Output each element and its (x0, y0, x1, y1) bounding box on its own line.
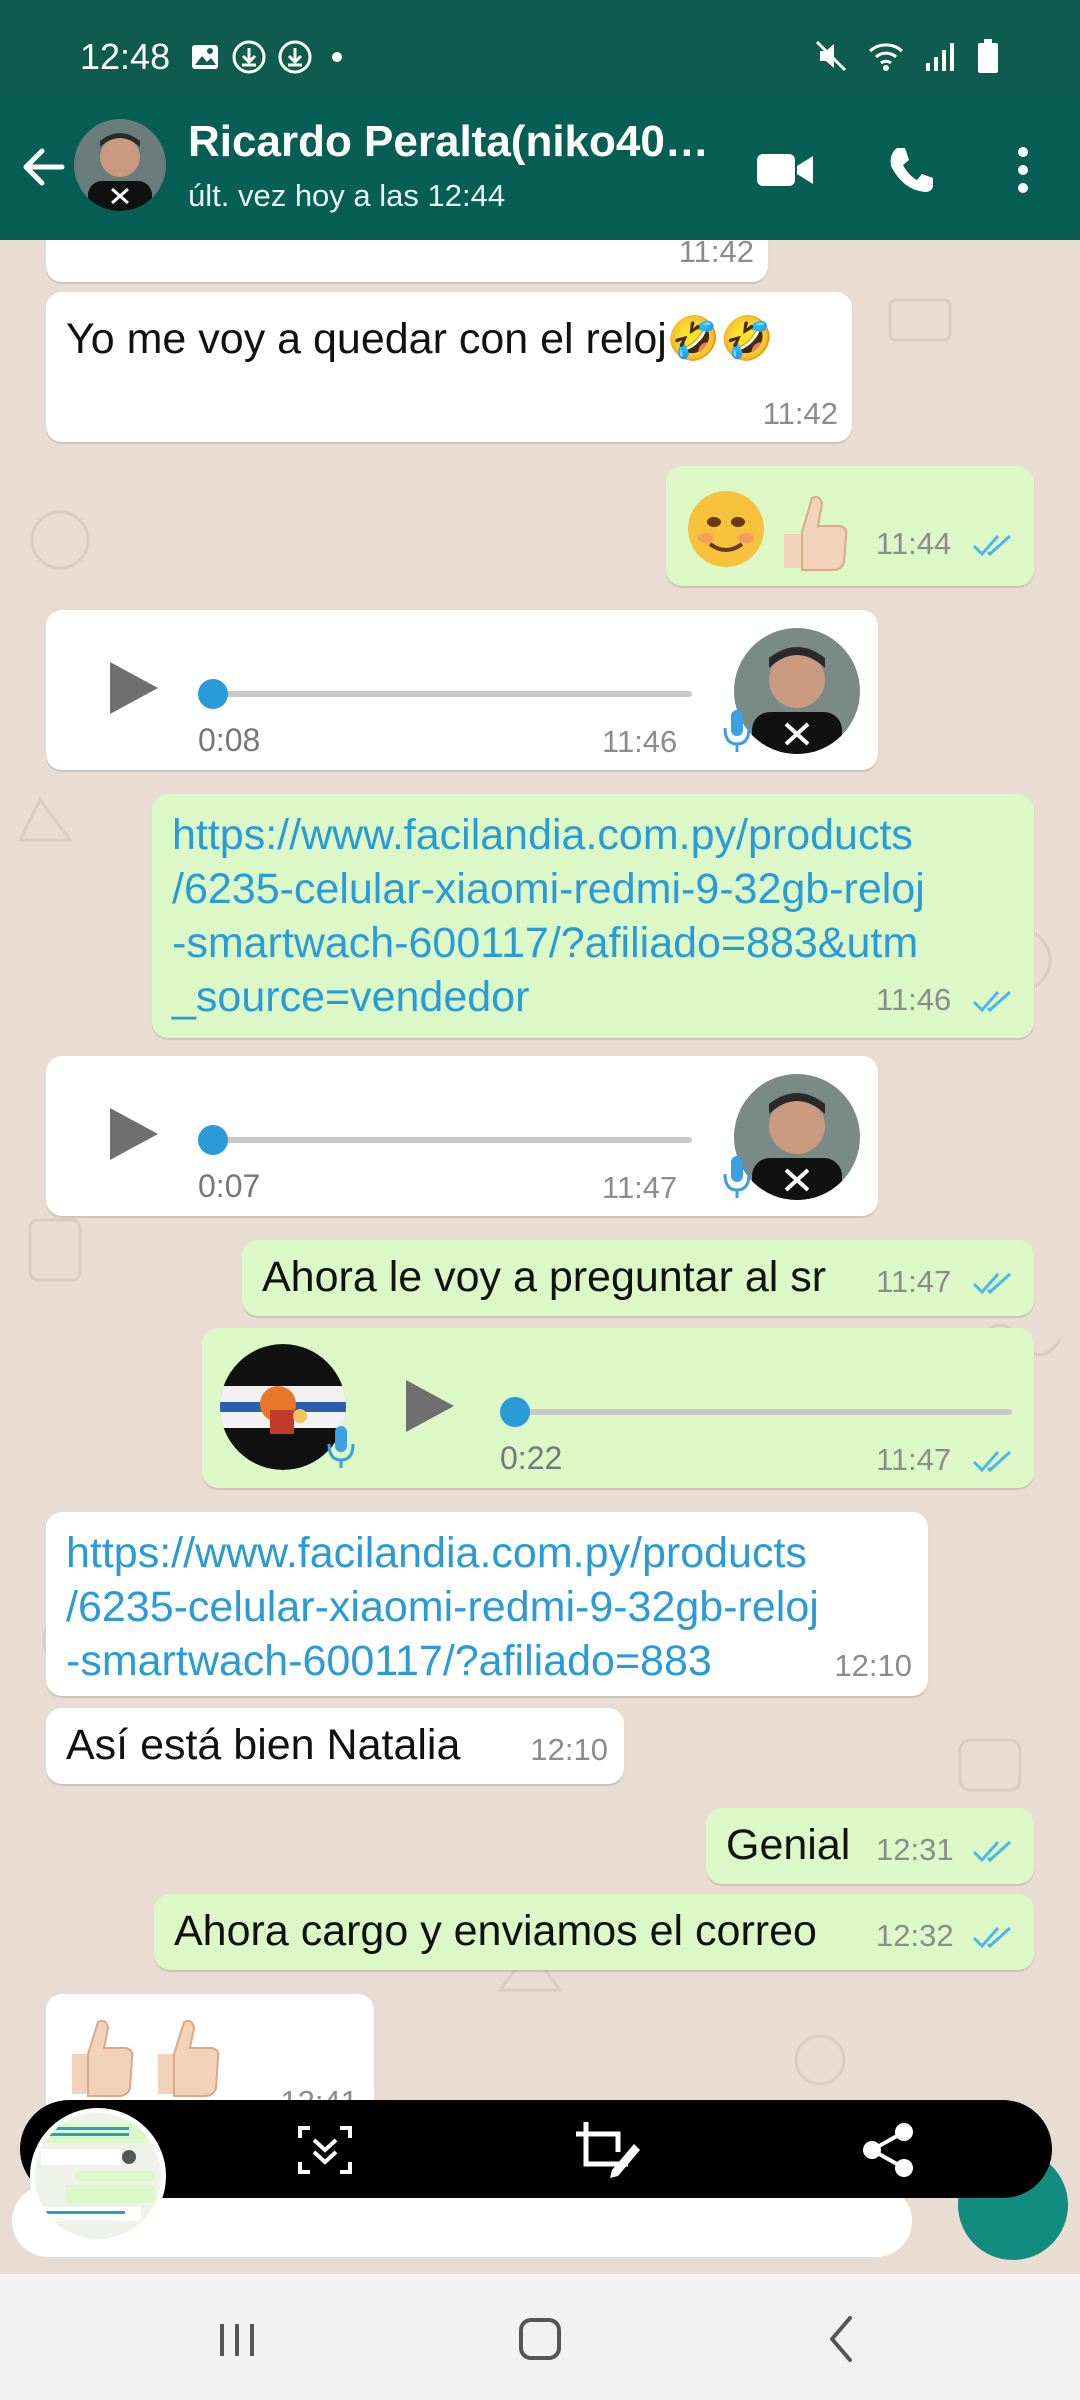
message-outgoing-link[interactable]: https://www.facilandia.com.py/products /… (152, 794, 1034, 1038)
message-incoming-link[interactable]: https://www.facilandia.com.py/products /… (46, 1512, 928, 1696)
message-link-line[interactable]: /6235-celular-xiaomi-redmi-9-32gb-reloj (66, 1580, 819, 1634)
mute-icon (815, 40, 847, 72)
play-icon[interactable] (102, 1104, 162, 1164)
audio-progress-track[interactable] (500, 1409, 1012, 1415)
message-time: 11:46 (876, 982, 952, 1017)
status-time: 12:48 (80, 36, 171, 77)
mic-icon (723, 710, 751, 752)
system-navigation-bar (0, 2274, 1080, 2400)
sender-avatar (734, 628, 860, 754)
back-icon[interactable] (808, 2304, 878, 2374)
message-time: 11:42 (762, 396, 838, 431)
audio-progress-track[interactable] (198, 1137, 692, 1143)
crop-edit-icon[interactable] (572, 2118, 642, 2180)
read-receipt-icon (972, 534, 1012, 557)
audio-seek-handle[interactable] (500, 1397, 530, 1427)
message-time: 11:44 (876, 526, 952, 561)
read-receipt-icon (972, 1272, 1012, 1295)
screenshot-thumbnail[interactable] (30, 2108, 166, 2244)
download-icon (232, 40, 266, 74)
battery-icon (978, 39, 998, 73)
read-receipt-icon (972, 1450, 1012, 1473)
screenshot-toolbar (20, 2100, 1052, 2198)
last-seen-text: últ. vez hoy a las 12:44 (188, 178, 506, 213)
play-icon[interactable] (102, 658, 162, 718)
audio-duration: 0:22 (500, 1440, 563, 1476)
message-time: 11:47 (602, 1170, 678, 1205)
message-incoming-audio[interactable]: 0:07 11:47 (46, 1056, 878, 1216)
read-receipt-icon (972, 1926, 1012, 1949)
signal-icon (926, 43, 954, 71)
message-text: Ahora le voy a preguntar al sr (262, 1253, 827, 1301)
message-text: Genial (726, 1821, 851, 1869)
wifi-icon (869, 43, 903, 71)
audio-progress-track[interactable] (198, 691, 692, 697)
video-call-icon[interactable] (750, 135, 820, 205)
home-icon[interactable] (505, 2304, 575, 2374)
dot-icon (332, 52, 342, 62)
message-text: Yo me voy a quedar con el reloj🤣🤣 (66, 315, 774, 363)
message-incoming[interactable]: Yo me voy a quedar con el reloj🤣🤣 11:42 (46, 292, 852, 442)
scroll-capture-icon[interactable] (296, 2124, 354, 2176)
message-link-line[interactable]: /6235-celular-xiaomi-redmi-9-32gb-reloj (172, 862, 925, 916)
status-bar: 12:48 (0, 0, 1080, 95)
audio-duration: 0:08 (198, 722, 261, 758)
message-outgoing[interactable]: Genial 12:31 (706, 1808, 1034, 1884)
contact-avatar[interactable] (74, 119, 166, 211)
mic-icon (327, 1426, 355, 1468)
read-receipt-icon (972, 990, 1012, 1013)
message-time: 12:10 (530, 1732, 608, 1767)
audio-seek-handle[interactable] (198, 679, 228, 709)
message-time: 11:46 (602, 724, 678, 759)
share-icon[interactable] (860, 2120, 916, 2180)
recent-apps-icon[interactable] (202, 2304, 272, 2374)
message-link-line[interactable]: _source=vendedor (172, 970, 529, 1024)
message-incoming[interactable]: Así está bien Natalia 12:10 (46, 1708, 624, 1784)
message-text: Así está bien Natalia (66, 1721, 461, 1769)
message-time: 12:32 (876, 1918, 954, 1953)
contact-name[interactable]: Ricardo Peralta(niko40… (188, 117, 718, 167)
message-link-line[interactable]: -smartwach-600117/?afiliado=883 (66, 1634, 712, 1688)
play-icon[interactable] (398, 1376, 458, 1436)
audio-seek-handle[interactable] (198, 1125, 228, 1155)
message-emoji (66, 2014, 246, 2105)
message-time: 11:47 (876, 1264, 952, 1299)
message-outgoing-audio[interactable]: 0:22 11:47 (202, 1328, 1034, 1488)
message-incoming-audio[interactable]: 0:08 11:46 (46, 610, 878, 770)
message-link-line[interactable]: -smartwach-600117/?afiliado=883&utm (172, 916, 918, 970)
mic-icon (723, 1156, 751, 1198)
message-link-line[interactable]: https://www.facilandia.com.py/products (172, 808, 913, 862)
read-receipt-icon (972, 1840, 1012, 1863)
more-vert-icon[interactable] (988, 135, 1058, 205)
message-link-line[interactable]: https://www.facilandia.com.py/products (66, 1526, 807, 1580)
chat-messages[interactable]: 11:42 Yo me voy a quedar con el reloj🤣🤣 … (0, 240, 1080, 2130)
chat-header: Ricardo Peralta(niko40… últ. vez hoy a l… (0, 95, 1080, 240)
phone-icon[interactable] (876, 135, 946, 205)
message-outgoing[interactable]: 11:44 (666, 466, 1034, 586)
system-icons (814, 38, 1000, 74)
message-emoji (684, 486, 864, 577)
message-time: 11:42 (678, 240, 754, 269)
message-time: 11:47 (876, 1442, 952, 1477)
message-outgoing[interactable]: Ahora le voy a preguntar al sr 11:47 (242, 1240, 1034, 1316)
image-icon (192, 45, 218, 69)
message-text: Ahora cargo y enviamos el correo (174, 1907, 817, 1955)
notification-icons (190, 40, 350, 74)
back-arrow-icon[interactable] (14, 137, 74, 197)
sender-avatar (734, 1074, 860, 1200)
download-icon (278, 40, 312, 74)
message-time: 12:31 (876, 1832, 954, 1867)
message-outgoing[interactable]: Ahora cargo y enviamos el correo 12:32 (154, 1894, 1034, 1970)
message-time: 12:10 (834, 1648, 912, 1683)
message-incoming[interactable]: 11:42 (46, 240, 768, 282)
audio-duration: 0:07 (198, 1168, 261, 1204)
